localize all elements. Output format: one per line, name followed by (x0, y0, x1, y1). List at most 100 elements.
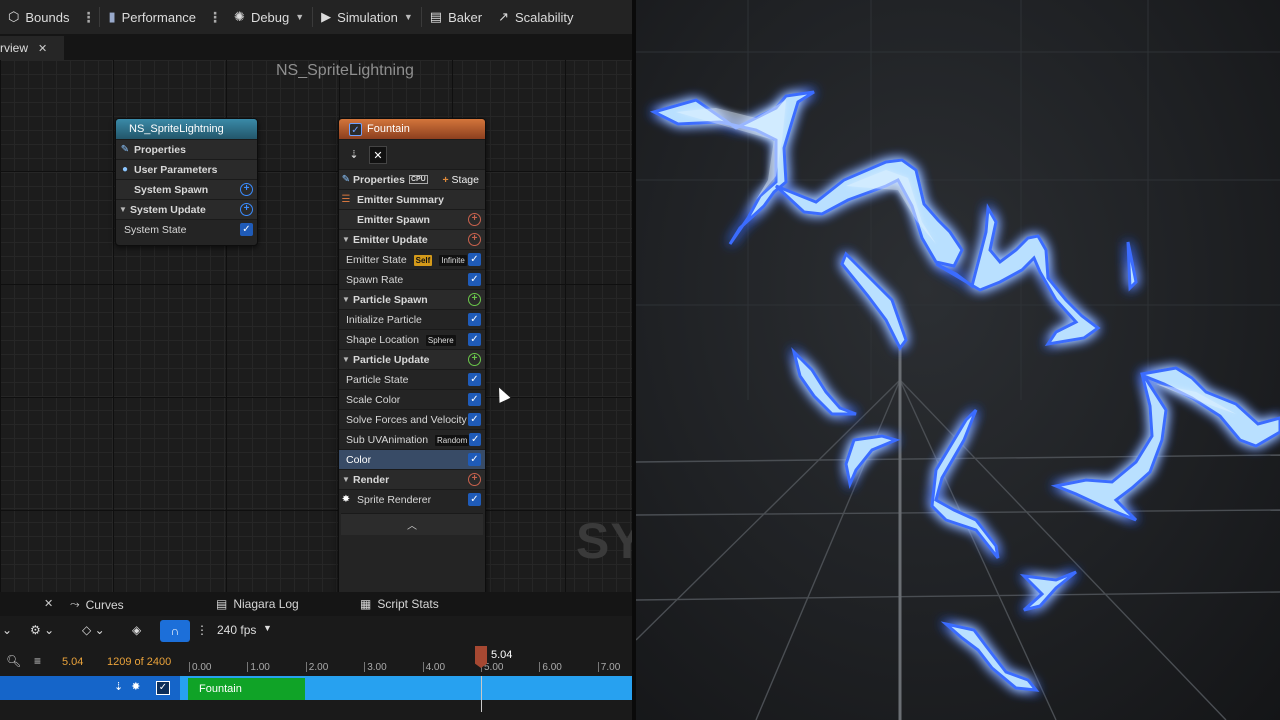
snap-settings-icon[interactable]: ⚙ ⌄ (30, 623, 54, 637)
emitter-track[interactable]: ⇣ ✸ ✓ Fountain (0, 676, 632, 700)
track-enabled-checkbox[interactable]: ✓ (156, 681, 170, 695)
fountain-track-bar[interactable]: Fountain (188, 678, 305, 700)
particle-state-row[interactable]: Particle State ✓ (339, 369, 485, 389)
add-stage-button[interactable]: + Stage (442, 174, 479, 186)
collapse-node-button[interactable]: ︿ (341, 513, 483, 535)
emitter-spawn-row[interactable]: Emitter Spawn + (339, 209, 485, 229)
close-icon[interactable]: ✕ (44, 597, 53, 610)
local-space-icon[interactable]: ⇣ (114, 680, 123, 693)
playhead-handle[interactable] (475, 646, 487, 668)
baker-icon: ▤ (429, 9, 443, 24)
time-ruler[interactable]: 0.00 1.00 2.00 3.00 4.00 5.00 6.00 7.00 (188, 662, 632, 676)
enabled-checkbox[interactable]: ✓ (468, 253, 481, 266)
emitter-state-row[interactable]: Emitter State Self Infinite ✓ (339, 249, 485, 269)
tab-curves[interactable]: ⤳ Curves (70, 597, 124, 612)
initialize-particle-row[interactable]: Initialize Particle ✓ (339, 309, 485, 329)
particle-spawn-row[interactable]: ▼ Particle Spawn + (339, 289, 485, 309)
enabled-checkbox[interactable]: ✓ (468, 393, 481, 406)
add-module-icon[interactable]: + (468, 213, 481, 226)
close-icon[interactable]: ✕ (38, 42, 47, 55)
more-options-icon[interactable]: ⋮ (196, 623, 208, 637)
tab-script-stats[interactable]: ▦ Script Stats (360, 597, 439, 611)
user-parameters-row[interactable]: ● User Parameters (116, 159, 257, 179)
debug-button[interactable]: ✺ Debug ▼ (226, 0, 312, 34)
viewport-toolbar: ⬡ Bounds ⋮ ▮ Performance ⋮ ✺ Debug ▼ ▶ S… (0, 0, 632, 34)
scalability-button[interactable]: ↗ Scalability (490, 0, 581, 34)
render-row[interactable]: ▼ Render + (339, 469, 485, 489)
baker-button[interactable]: ▤ Baker (422, 0, 490, 34)
add-module-icon[interactable]: + (468, 353, 481, 366)
spawn-rate-row[interactable]: Spawn Rate ✓ (339, 269, 485, 289)
shape-location-row[interactable]: Shape Location Sphere ✓ (339, 329, 485, 349)
sprite-icon[interactable]: ✸ (131, 680, 140, 693)
simulation-button[interactable]: ▶ Simulation ▼ (313, 0, 421, 34)
bounds-button[interactable]: ⬡ Bounds (0, 0, 77, 34)
chevron-down-icon[interactable]: ⌄ (2, 623, 12, 637)
emitter-mode-icon[interactable]: ✕ (369, 145, 387, 164)
tab-label: Niagara Log (233, 597, 299, 611)
key-icon[interactable]: ◇ ⌄ (82, 623, 105, 637)
row-label-group: Emitter State Self Infinite (339, 254, 468, 266)
collapse-triangle-icon[interactable]: ▼ (339, 355, 353, 364)
emitter-mode-icons: ⇣ ✕ (339, 139, 485, 169)
filter-icon[interactable]: ≡ (34, 654, 41, 668)
add-module-icon[interactable]: + (240, 183, 253, 196)
performance-button[interactable]: ▮ Performance (100, 0, 204, 34)
color-row[interactable]: Color ✓ (339, 449, 485, 469)
enabled-checkbox[interactable]: ✓ (468, 273, 481, 286)
collapse-triangle-icon[interactable]: ▼ (116, 205, 130, 214)
system-spawn-row[interactable]: System Spawn + (116, 179, 257, 199)
row-label-group: Shape Location Sphere (339, 334, 468, 346)
search-icon[interactable]: 🔍︎ (6, 654, 21, 668)
more-options-icon[interactable]: ⋮ (77, 9, 99, 26)
emitter-enabled-checkbox[interactable]: ✓ (349, 122, 362, 136)
row-label: System Spawn (134, 183, 209, 196)
system-overview-graph[interactable]: NS_SpriteLightning SY NS_SpriteLightning… (0, 60, 632, 592)
enabled-checkbox[interactable]: ✓ (468, 313, 481, 326)
frame-counter: 1209 of 2400 (107, 656, 172, 668)
current-time[interactable]: 5.04 (62, 656, 83, 668)
tab-niagara-log[interactable]: ▤ Niagara Log (216, 597, 299, 611)
chevron-down-icon[interactable]: ▼ (263, 623, 272, 633)
enabled-checkbox[interactable]: ✓ (468, 333, 481, 346)
pencil-icon: ✎ (341, 174, 351, 185)
row-label: Initialize Particle (346, 313, 422, 326)
ruler-tick-label: 6.00 (539, 662, 562, 673)
add-module-icon[interactable]: + (468, 233, 481, 246)
system-state-row[interactable]: System State ✓ (116, 219, 257, 239)
sprite-renderer-row[interactable]: ✸ Sprite Renderer ✓ (339, 489, 485, 509)
system-node[interactable]: NS_SpriteLightning ✎ Properties ● User P… (115, 118, 258, 246)
enabled-checkbox[interactable]: ✓ (468, 493, 481, 506)
fps-dropdown[interactable]: 240 fps (217, 623, 256, 637)
enabled-checkbox[interactable]: ✓ (469, 433, 481, 446)
keyframe-icon[interactable]: ◈ (132, 623, 141, 637)
local-space-icon[interactable]: ⇣ (345, 146, 363, 164)
add-module-icon[interactable]: + (468, 473, 481, 486)
solve-forces-row[interactable]: Solve Forces and Velocity ✓ (339, 409, 485, 429)
emitter-summary-row[interactable]: ☰ Emitter Summary (339, 189, 485, 209)
tab-label: Curves (85, 597, 124, 612)
system-update-row[interactable]: ▼ System Update + (116, 199, 257, 219)
enabled-checkbox[interactable]: ✓ (468, 373, 481, 386)
collapse-triangle-icon[interactable]: ▼ (339, 475, 353, 484)
collapse-triangle-icon[interactable]: ▼ (339, 295, 353, 304)
emitter-properties-row[interactable]: ✎ Properties CPU + Stage (339, 169, 485, 189)
emitter-update-row[interactable]: ▼ Emitter Update + (339, 229, 485, 249)
add-module-icon[interactable]: + (240, 203, 253, 216)
collapse-triangle-icon[interactable]: ▼ (339, 235, 353, 244)
sub-uv-animation-row[interactable]: Sub UVAnimation Random ✓ (339, 429, 485, 449)
enabled-checkbox[interactable]: ✓ (240, 223, 253, 236)
row-label: Shape Location (346, 333, 419, 346)
system-properties-row[interactable]: ✎ Properties (116, 139, 257, 159)
enabled-checkbox[interactable]: ✓ (468, 413, 481, 426)
user-icon: ● (121, 164, 129, 175)
more-options-icon[interactable]: ⋮ (204, 9, 226, 26)
tab-overview[interactable]: rview ✕ (0, 36, 64, 60)
particle-update-row[interactable]: ▼ Particle Update + (339, 349, 485, 369)
enabled-checkbox[interactable]: ✓ (468, 453, 481, 466)
emitter-node-fountain[interactable]: ✓ Fountain ⇣ ✕ ✎ Properties CPU + Stage … (338, 118, 486, 592)
add-module-icon[interactable]: + (468, 293, 481, 306)
magnet-snap-icon[interactable]: ∩ (160, 620, 190, 642)
preview-viewport[interactable] (636, 0, 1280, 720)
scale-color-row[interactable]: Scale Color ✓ (339, 389, 485, 409)
